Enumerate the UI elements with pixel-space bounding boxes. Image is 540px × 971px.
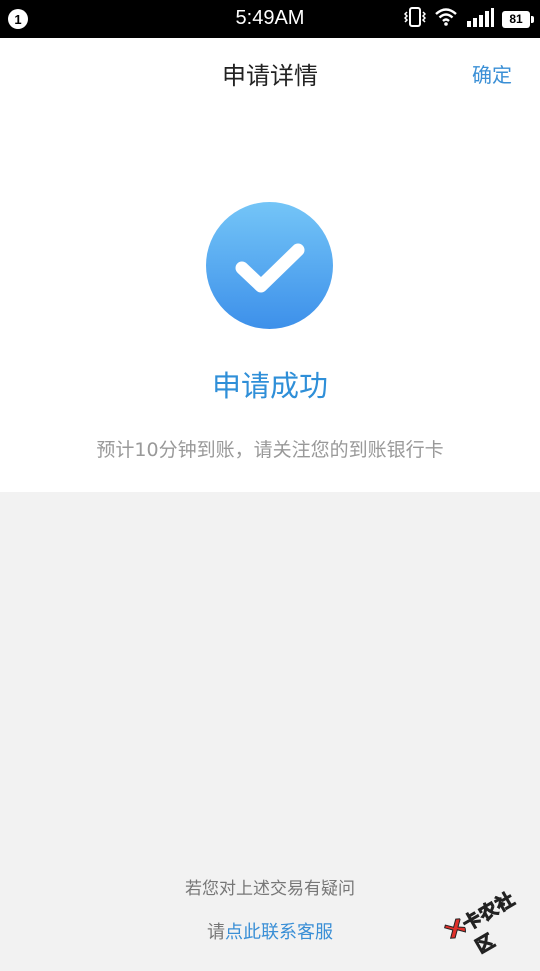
battery-icon: 81 bbox=[502, 10, 534, 28]
header: 申请详情 确定 bbox=[0, 38, 540, 108]
contact-service-link[interactable]: 点此联系客服 bbox=[225, 922, 333, 943]
wifi-icon bbox=[434, 7, 458, 31]
success-description: 预计10分钟到账，请关注您的到账银行卡 bbox=[96, 439, 444, 461]
confirm-button[interactable]: 确定 bbox=[472, 59, 512, 88]
signal-icon bbox=[466, 7, 494, 31]
success-title: 申请成功 bbox=[211, 369, 328, 403]
page-title: 申请详情 bbox=[222, 62, 318, 90]
status-bar: 1 5:49AM 81 bbox=[0, 0, 540, 38]
check-circle-icon bbox=[206, 202, 333, 329]
vibrate-icon bbox=[403, 6, 427, 32]
contact-prefix: 请 bbox=[207, 922, 225, 943]
status-icons: 81 bbox=[403, 6, 534, 32]
result-panel: 申请成功 预计10分钟到账，请关注您的到账银行卡 bbox=[0, 108, 540, 492]
